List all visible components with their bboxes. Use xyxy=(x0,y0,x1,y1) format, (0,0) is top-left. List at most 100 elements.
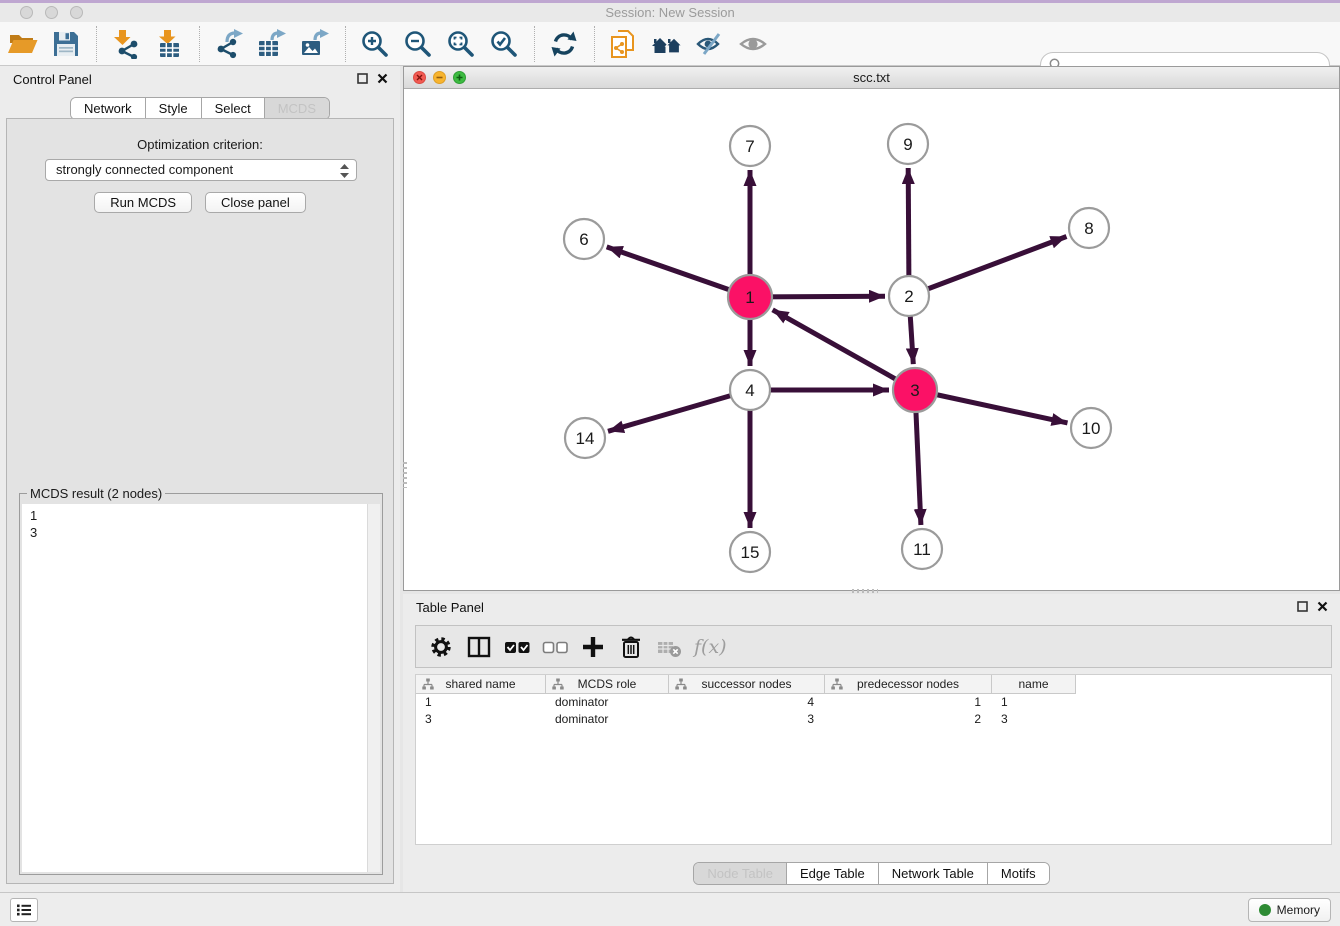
export-table-button[interactable] xyxy=(255,27,289,61)
node-7[interactable]: 7 xyxy=(730,126,770,166)
refresh-icon xyxy=(549,29,579,59)
new-network-from-selection-icon xyxy=(609,29,639,59)
edge-3-1[interactable] xyxy=(773,310,915,390)
tab-edge-table[interactable]: Edge Table xyxy=(787,863,879,884)
node-8[interactable]: 8 xyxy=(1069,208,1109,248)
close-window-button[interactable] xyxy=(20,6,33,19)
node-9[interactable]: 9 xyxy=(888,124,928,164)
tab-select[interactable]: Select xyxy=(202,98,265,119)
table-row[interactable]: 3dominator323 xyxy=(416,711,1331,728)
node-10[interactable]: 10 xyxy=(1071,408,1111,448)
create-column-button[interactable] xyxy=(578,632,608,662)
main-toolbar xyxy=(0,22,1340,66)
show-column-panel-button[interactable] xyxy=(464,632,494,662)
save-session-button[interactable] xyxy=(49,27,83,61)
mcds-result-title: MCDS result (2 nodes) xyxy=(27,486,165,501)
node-label: 8 xyxy=(1084,219,1093,238)
hide-selection-button[interactable] xyxy=(693,27,727,61)
column-header-successor-nodes[interactable]: successor nodes xyxy=(669,675,825,694)
node-label: 14 xyxy=(576,429,595,448)
tab-network-table[interactable]: Network Table xyxy=(879,863,988,884)
edge-2-8[interactable] xyxy=(909,237,1067,297)
zoom-in-button[interactable] xyxy=(358,27,392,61)
table-toolbar: f(x) xyxy=(415,625,1332,668)
node-15[interactable]: 15 xyxy=(730,532,770,572)
criterion-select[interactable]: strongly connected component xyxy=(45,159,357,181)
close-panel-button[interactable]: Close panel xyxy=(205,192,306,213)
checked-boxes-icon xyxy=(504,634,531,660)
result-scrollbar[interactable] xyxy=(367,504,380,872)
network-maximize-button[interactable] xyxy=(453,71,466,84)
first-neighbors-button[interactable] xyxy=(650,27,684,61)
node-label: 9 xyxy=(903,135,912,154)
network-minimize-button[interactable] xyxy=(433,71,446,84)
open-folder-icon xyxy=(8,29,38,59)
export-image-icon xyxy=(300,29,330,59)
column-header-shared-name[interactable]: shared name xyxy=(416,675,546,694)
close-panel-icon[interactable] xyxy=(377,73,388,84)
delete-columns-button[interactable] xyxy=(616,632,646,662)
close-panel-icon[interactable] xyxy=(1317,601,1328,612)
node-table[interactable]: shared name MCDS role successor nodes pr… xyxy=(415,674,1332,845)
node-14[interactable]: 14 xyxy=(565,418,605,458)
zoom-fit-icon xyxy=(446,29,476,59)
tab-mcds[interactable]: MCDS xyxy=(265,98,329,119)
table-cell: 3 xyxy=(992,711,1076,728)
edge-4-14[interactable] xyxy=(608,390,750,431)
task-history-button[interactable] xyxy=(10,898,38,922)
maximize-window-button[interactable] xyxy=(70,6,83,19)
float-panel-icon[interactable] xyxy=(1297,601,1308,612)
tab-style[interactable]: Style xyxy=(146,98,202,119)
show-hidden-button[interactable] xyxy=(736,27,770,61)
node-11[interactable]: 11 xyxy=(902,529,942,569)
export-image-button[interactable] xyxy=(298,27,332,61)
table-row[interactable]: 1dominator411 xyxy=(416,694,1331,711)
zoom-fit-button[interactable] xyxy=(444,27,478,61)
network-from-selection-button[interactable] xyxy=(607,27,641,61)
node-label: 4 xyxy=(745,381,754,400)
mcds-result-list[interactable]: 13 xyxy=(22,504,380,872)
import-table-icon xyxy=(154,29,184,59)
node-6[interactable]: 6 xyxy=(564,219,604,259)
tab-motifs[interactable]: Motifs xyxy=(988,863,1049,884)
node-4[interactable]: 4 xyxy=(730,370,770,410)
table-panel: Table Panel xyxy=(403,594,1340,892)
table-cell: 1 xyxy=(416,694,546,711)
table-options-button[interactable] xyxy=(426,632,456,662)
split-divider-grip-vertical[interactable] xyxy=(403,462,407,488)
zoom-selected-button[interactable] xyxy=(487,27,521,61)
table-panel-title: Table Panel xyxy=(416,600,484,615)
edge-3-10[interactable] xyxy=(915,390,1068,423)
table-cell: 3 xyxy=(416,711,546,728)
run-mcds-button[interactable]: Run MCDS xyxy=(94,192,192,213)
import-network-icon xyxy=(111,29,141,59)
node-label: 2 xyxy=(904,287,913,306)
split-divider-grip-horizontal[interactable] xyxy=(852,589,878,593)
refresh-button[interactable] xyxy=(547,27,581,61)
tab-node-table[interactable]: Node Table xyxy=(694,863,787,884)
network-close-button[interactable] xyxy=(413,71,426,84)
import-table-button[interactable] xyxy=(152,27,186,61)
minimize-window-button[interactable] xyxy=(45,6,58,19)
memory-button[interactable]: Memory xyxy=(1248,898,1331,922)
zoom-out-button[interactable] xyxy=(401,27,435,61)
table-tabs-row: Node TableEdge TableNetwork TableMotifs xyxy=(403,862,1340,885)
network-canvas[interactable]: 7 9 6 8 1 2 4 3 14 10 15 11 xyxy=(404,89,1339,590)
column-header-predecessor-nodes[interactable]: predecessor nodes xyxy=(825,675,992,694)
open-session-button[interactable] xyxy=(6,27,40,61)
import-network-button[interactable] xyxy=(109,27,143,61)
select-arrows-icon xyxy=(340,164,349,178)
column-header-mcds-role[interactable]: MCDS role xyxy=(546,675,669,694)
zoom-in-icon xyxy=(360,29,390,59)
tab-network[interactable]: Network xyxy=(71,98,146,119)
column-header-name[interactable]: name xyxy=(992,675,1076,694)
export-network-button[interactable] xyxy=(212,27,246,61)
node-3[interactable]: 3 xyxy=(893,368,937,412)
select-all-columns-button[interactable] xyxy=(502,632,532,662)
node-2[interactable]: 2 xyxy=(889,276,929,316)
float-panel-icon[interactable] xyxy=(357,73,368,84)
deselect-all-columns-button[interactable] xyxy=(540,632,570,662)
node-1[interactable]: 1 xyxy=(728,275,772,319)
table-cell: 1 xyxy=(992,694,1076,711)
control-panel-header: Control Panel xyxy=(0,66,400,92)
